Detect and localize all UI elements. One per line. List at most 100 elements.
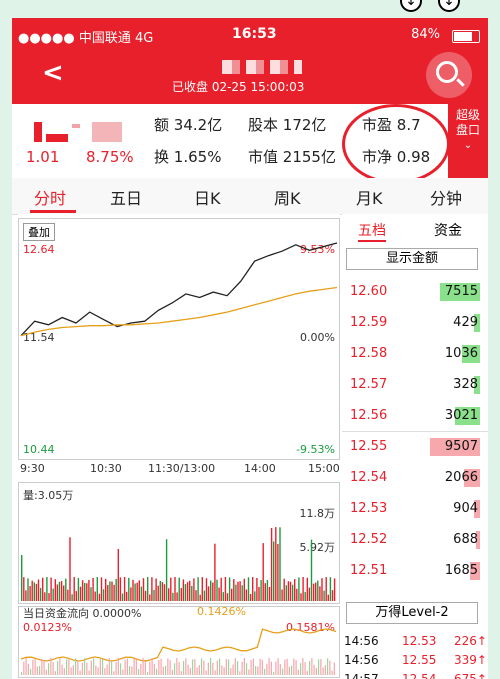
orderbook-row: 12.51 1685 (342, 557, 488, 586)
search-button[interactable] (426, 52, 472, 98)
flow-bar (39, 665, 41, 675)
volume-bar (323, 590, 325, 601)
flow-bar (45, 669, 47, 675)
volume-bar (214, 543, 216, 601)
flow-bar (205, 670, 207, 675)
volume-bar (266, 580, 269, 601)
flow-bar (106, 664, 108, 675)
flow-bar (50, 658, 52, 675)
orderbook-volume: 904 (453, 501, 478, 516)
order-book: 五档 资金 显示金额 12.60 7515 12.59 429 12.58 1036 12.… (342, 214, 488, 679)
back-icon[interactable]: < (42, 58, 64, 88)
super-orderbook-button[interactable]: 超级 盘口 ⌄ (448, 104, 488, 178)
carrier: ●●●●● 中国联通 4G (18, 31, 154, 46)
volume-bar (220, 577, 222, 601)
volume-bar (88, 579, 90, 601)
flow-bar (228, 659, 230, 675)
flow-bar (63, 668, 65, 675)
download-icon-2[interactable]: ↓ (438, 0, 460, 12)
tab-intraday[interactable]: 分时 (34, 185, 66, 209)
volume-bar (52, 588, 54, 601)
volume-bar (46, 577, 48, 601)
chevron-down-icon: ⌄ (463, 140, 473, 151)
tab-funds[interactable]: 资金 (434, 220, 462, 240)
tab-minute[interactable]: 分钟 (430, 185, 462, 209)
volume-bar (174, 577, 176, 601)
volume-bar (325, 577, 327, 601)
show-amount-button[interactable]: 显示金额 (346, 248, 478, 270)
flow-bar (198, 665, 200, 675)
tab-weekly[interactable]: 周K (274, 185, 301, 209)
flow-bar (59, 658, 61, 675)
volume-bar (67, 589, 69, 601)
volume-bar (155, 578, 157, 601)
tab-5day[interactable]: 五日 (110, 185, 142, 209)
volume-bar (172, 592, 174, 601)
volume-bar (245, 589, 248, 601)
flow-bar (27, 663, 29, 675)
change-percent: 8.75% (86, 148, 134, 166)
volume-bar (308, 587, 311, 601)
tab-five-levels[interactable]: 五档 (358, 220, 386, 242)
volume-bar (329, 577, 332, 601)
volume-bar (241, 585, 243, 601)
flow-bar (32, 659, 34, 675)
volume-bar (102, 589, 105, 601)
level2-button[interactable]: 万得Level-2 (346, 602, 478, 624)
volume-bar (21, 555, 23, 601)
flow-bar (117, 658, 119, 675)
volume-bar (48, 593, 50, 601)
orderbook-volume: 1036 (444, 346, 478, 361)
flow-bar (131, 666, 133, 675)
volume-bar (312, 583, 315, 601)
volume-bar (300, 593, 302, 601)
flow-bar (309, 660, 311, 675)
flow-bar (57, 661, 59, 675)
volume-bar (136, 582, 138, 601)
flow-bar (52, 662, 54, 675)
flow-panel: 当日资金流向 0.0000% 0.1426% 0.0123% 0.1581% (18, 605, 340, 678)
flow-bar (142, 658, 144, 675)
flow-bar (108, 658, 110, 675)
volume-bar (210, 580, 212, 601)
volume-bar (115, 578, 117, 601)
orderbook-price: 12.55 (350, 439, 388, 454)
flow-bar (322, 667, 324, 675)
download-icon[interactable]: ↓ (400, 0, 422, 12)
volume-bar (58, 581, 61, 601)
volume-bar (35, 583, 38, 601)
volume-bar (128, 577, 130, 601)
quote-panel: 1.01 8.75% 额 34.2亿 股本 172亿 市盈 8.7 换 1.65… (12, 104, 488, 184)
volume-bar (138, 580, 140, 601)
volume-bar (71, 594, 73, 601)
volume-bar (256, 577, 258, 601)
flow-bar (264, 669, 266, 675)
flow-bar (36, 666, 38, 675)
flow-bar (207, 662, 209, 675)
volume-bar (42, 577, 44, 601)
intraday-chart[interactable]: 叠加 12.64 9.53% 11.54 0.00% 10.44 -9.53% … (18, 214, 340, 679)
tab-daily[interactable]: 日K (194, 185, 221, 209)
flow-bar (255, 666, 257, 675)
flow-bar (203, 660, 205, 675)
tab-monthly[interactable]: 月K (356, 185, 383, 209)
volume-bar (277, 544, 279, 601)
flow-bar (68, 659, 70, 675)
volume-bar (168, 588, 170, 601)
orderbook-volume: 2066 (444, 470, 478, 485)
volume-bar (249, 594, 252, 601)
volume-bar (222, 592, 224, 601)
volume-bar (29, 586, 31, 601)
flow-bar (212, 662, 214, 675)
price-panel: 叠加 12.64 9.53% 11.54 0.00% 10.44 -9.53% (18, 218, 340, 460)
volume-bar (147, 577, 149, 601)
orderbook-price: 12.57 (350, 377, 388, 392)
flow-bar (331, 670, 333, 675)
flow-bar (124, 660, 126, 675)
flow-bar (327, 658, 329, 675)
status-bar: ●●●●● 中国联通 4G 16:53 84% (12, 24, 488, 46)
volume-bar (86, 583, 88, 601)
volume-bar (113, 584, 115, 601)
volume-bar (304, 592, 306, 601)
flow-bar (284, 659, 286, 675)
